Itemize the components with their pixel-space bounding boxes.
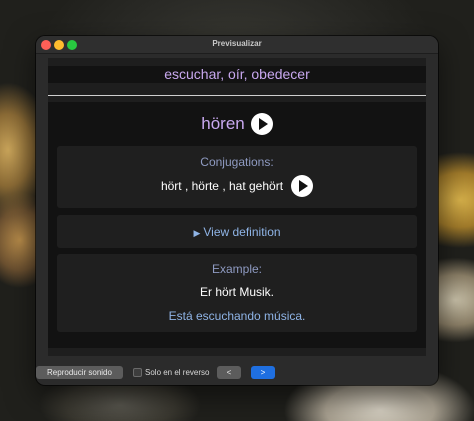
- conjugations-row: hört , hörte , hat gehört: [57, 174, 417, 198]
- example-label: Example:: [211, 262, 263, 276]
- example-panel: Example: Er hört Musik. Está escuchando …: [57, 254, 417, 332]
- footer-bar: Reproducir sonido Solo en el reverso < >: [36, 362, 438, 380]
- preview-window: Previsualizar escuchar, oír, obedecer hö…: [36, 36, 438, 385]
- conjugations-text: hört , hörte , hat gehört: [160, 179, 284, 193]
- play-icon[interactable]: [291, 175, 314, 197]
- window-title: Previsualizar: [212, 39, 262, 48]
- view-definition-label: View definition: [203, 225, 281, 239]
- headword: hören: [201, 114, 245, 133]
- next-button[interactable]: >: [251, 366, 275, 379]
- card-front-text: escuchar, oír, obedecer: [48, 66, 426, 83]
- definition-panel[interactable]: ▶ View definition: [57, 215, 417, 248]
- card-back: hören Conjugations: hört , hörte , hat g…: [48, 102, 426, 348]
- example-spanish: Está escuchando música.: [168, 309, 306, 323]
- example-german: Er hört Musik.: [199, 285, 274, 299]
- play-icon[interactable]: [250, 113, 273, 135]
- title-bar: Previsualizar: [36, 36, 438, 54]
- play-sound-button[interactable]: Reproducir sonido: [36, 366, 123, 379]
- front-back-divider: [48, 95, 426, 96]
- previous-button[interactable]: <: [217, 366, 241, 379]
- card-preview: escuchar, oír, obedecer hören Conjugatio…: [48, 58, 426, 356]
- view-definition-toggle[interactable]: ▶ View definition: [57, 225, 417, 239]
- back-only-checkbox[interactable]: [133, 368, 142, 377]
- back-only-label: Solo en el reverso: [145, 368, 210, 377]
- triangle-right-icon: ▶: [193, 228, 201, 238]
- word-row: hören: [48, 112, 426, 136]
- conjugations-label: Conjugations:: [200, 155, 274, 169]
- conjugations-panel: Conjugations: hört , hörte , hat gehört: [57, 146, 417, 208]
- back-only-option[interactable]: Solo en el reverso: [133, 366, 209, 379]
